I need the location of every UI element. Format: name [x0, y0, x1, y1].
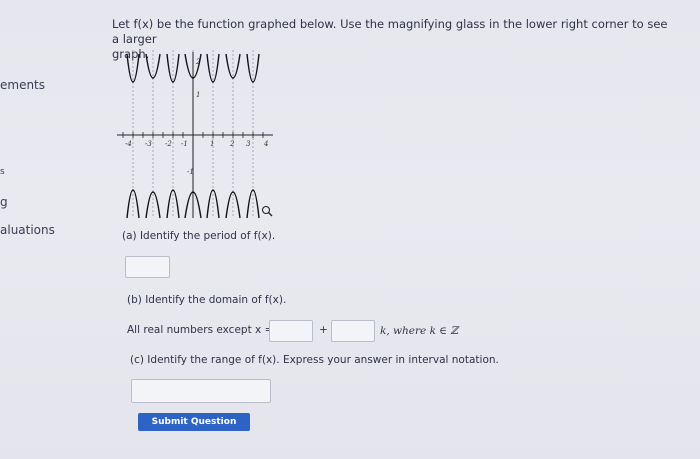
domain-multiplier-input[interactable] — [331, 320, 375, 342]
plus-sign: + — [319, 324, 328, 336]
question-panel: Let f(x) be the function graphed below. … — [112, 0, 697, 459]
x-tick-label: -1 — [181, 140, 188, 148]
domain-offset-input[interactable] — [269, 320, 313, 342]
x-tick-label: -4 — [125, 140, 132, 148]
domain-suffix-text: k, where k ∈ ℤ — [380, 325, 459, 337]
x-tick-label: 3 — [246, 140, 251, 148]
y-tick-label: 1 — [196, 91, 200, 99]
y-tick-label: -1 — [187, 168, 194, 176]
sidebar-item-assignments[interactable]: ements — [0, 78, 45, 92]
period-input[interactable] — [125, 256, 170, 278]
sidebar-item-evaluations[interactable]: aluations — [0, 223, 55, 237]
x-tick-label: -2 — [165, 140, 172, 148]
part-c-label: (c) Identify the range of f(x). Express … — [130, 354, 499, 366]
range-input[interactable] — [131, 379, 271, 403]
sidebar-item-grades[interactable]: g — [0, 195, 8, 209]
x-tick-label: 2 — [229, 140, 235, 148]
magnifying-glass-icon[interactable] — [261, 205, 273, 217]
function-graph: -4 -3 -2 -1 1 2 3 4 2 1 -1 — [117, 50, 273, 219]
left-sidebar: ements s g aluations — [0, 0, 62, 459]
sidebar-item-partial[interactable]: s — [0, 167, 5, 177]
prompt-line-1: Let f(x) be the function graphed below. … — [112, 17, 668, 46]
part-b-label: (b) Identify the domain of f(x). — [127, 294, 287, 306]
submit-question-button[interactable]: Submit Question — [138, 413, 250, 431]
x-tick-label: -3 — [145, 140, 152, 148]
domain-prefix-text: All real numbers except x = — [127, 324, 274, 336]
part-a-label: (a) Identify the period of f(x). — [122, 230, 276, 242]
x-tick-label: 1 — [210, 140, 214, 148]
x-tick-label: 4 — [263, 140, 268, 148]
